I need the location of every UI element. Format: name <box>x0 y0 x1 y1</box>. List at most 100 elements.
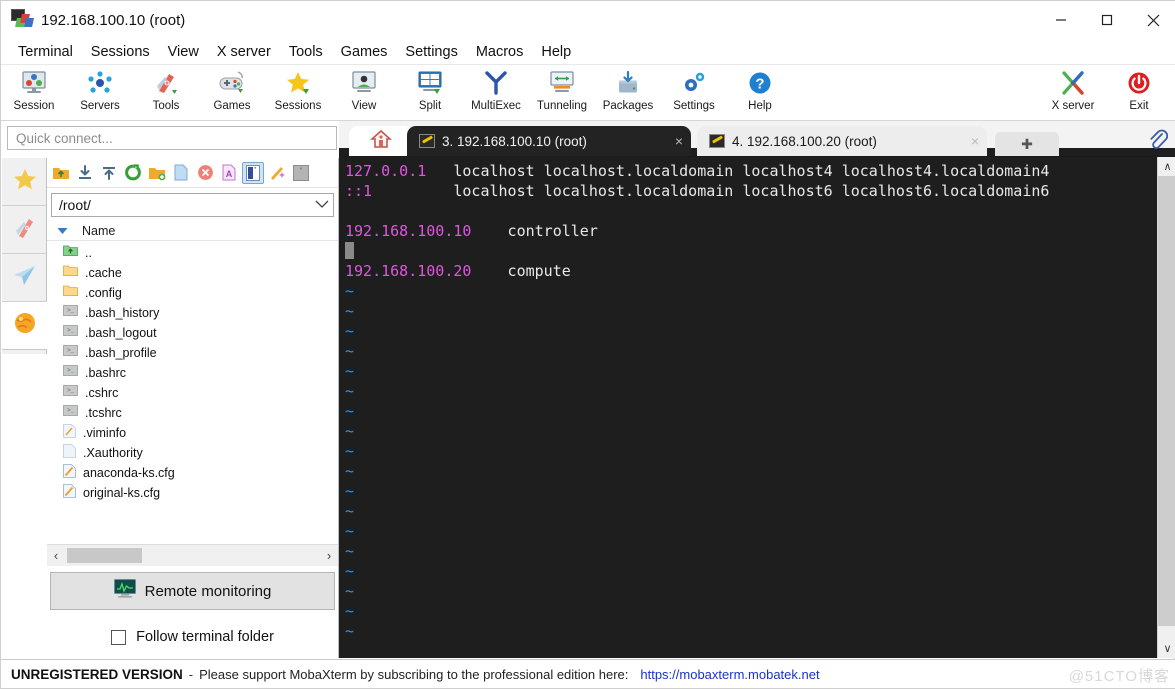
scroll-left-arrow-icon[interactable]: ‹ <box>47 548 65 563</box>
list-item[interactable]: .. <box>47 243 338 263</box>
scroll-down-arrow-icon[interactable]: ∨ <box>1158 639 1175 658</box>
list-item[interactable]: .cache <box>47 263 338 283</box>
file-browser-path-field[interactable]: /root/ <box>51 193 334 217</box>
list-item[interactable]: >_ .cshrc <box>47 383 338 403</box>
download-icon[interactable] <box>74 162 96 184</box>
menu-view[interactable]: View <box>159 42 208 62</box>
list-item-name: .bash_logout <box>85 326 157 340</box>
toolbar-packages-button[interactable]: Packages <box>595 69 661 119</box>
toolbar-help-button[interactable]: ? Help <box>727 69 793 119</box>
list-item[interactable]: original-ks.cfg <box>47 483 338 503</box>
left-sidebar-rail <box>2 158 47 354</box>
terminal-small-icon[interactable]: " <box>290 162 312 184</box>
toolbar-servers-button[interactable]: Servers <box>67 69 133 119</box>
new-folder-icon[interactable] <box>146 162 168 184</box>
close-button[interactable] <box>1130 1 1175 39</box>
terminal-scrollbar[interactable]: ∧ ∨ <box>1157 157 1175 658</box>
toolbar-split-label: Split <box>418 100 442 112</box>
menu-settings[interactable]: Settings <box>396 42 466 62</box>
vertical-split-icon[interactable] <box>242 161 264 184</box>
terminal-ip: 192.168.100.20 <box>345 262 472 280</box>
tab-home-button[interactable] <box>349 126 413 156</box>
list-item[interactable]: >_ .bashrc <box>47 363 338 383</box>
scroll-right-arrow-icon[interactable]: › <box>320 548 338 563</box>
rail-send-button[interactable] <box>2 254 47 302</box>
paperclip-icon[interactable] <box>1148 129 1169 157</box>
terminal-output[interactable]: 127.0.0.1 localhost localhost.localdomai… <box>339 157 1157 658</box>
list-item[interactable]: >_ .bash_logout <box>47 323 338 343</box>
remote-monitoring-button[interactable]: Remote monitoring <box>50 572 335 610</box>
menu-macros[interactable]: Macros <box>467 42 533 62</box>
menu-terminal[interactable]: Terminal <box>9 42 82 62</box>
window-controls <box>1038 1 1175 39</box>
toolbar-tools-button[interactable]: Tools <box>133 69 199 119</box>
menu-x-server[interactable]: X server <box>208 42 280 62</box>
refresh-icon[interactable] <box>122 162 144 184</box>
toolbar-sessions-button[interactable]: Sessions <box>265 69 331 119</box>
scroll-up-arrow-icon[interactable]: ∧ <box>1158 157 1175 176</box>
follow-terminal-folder-checkbox[interactable] <box>111 629 127 645</box>
sessions-star-icon <box>283 69 313 97</box>
toolbar-x-server-button[interactable]: X server <box>1040 69 1106 119</box>
tab-session-2-close-icon[interactable]: × <box>971 133 979 149</box>
list-item[interactable]: .config <box>47 283 338 303</box>
toolbar-settings-label: Settings <box>673 100 715 112</box>
toolbar-tunneling-button[interactable]: Tunneling <box>529 69 595 119</box>
upload-icon[interactable] <box>98 162 120 184</box>
list-item-name: .bashrc <box>85 366 126 380</box>
scrollbar-thumb[interactable] <box>67 548 142 563</box>
menu-sessions[interactable]: Sessions <box>82 42 159 62</box>
svg-text:>_: >_ <box>67 387 75 394</box>
toolbar-multiexec-button[interactable]: MultiExec <box>463 69 529 119</box>
chevron-down-icon[interactable] <box>315 196 329 214</box>
rail-favorites-button[interactable] <box>2 158 47 206</box>
list-item[interactable]: >_ .bash_profile <box>47 343 338 363</box>
new-file-icon[interactable] <box>170 162 192 184</box>
rail-tools-button[interactable] <box>2 206 47 254</box>
terminal-gap <box>426 162 453 180</box>
maximize-button[interactable] <box>1084 1 1130 39</box>
view-icon <box>349 69 379 97</box>
svg-text:>_: >_ <box>67 347 75 354</box>
toolbar-split-button[interactable]: Split <box>397 69 463 119</box>
rail-globe-button[interactable] <box>2 302 47 350</box>
follow-terminal-folder-row[interactable]: Follow terminal folder <box>50 622 335 652</box>
list-item[interactable]: .Xauthority <box>47 443 338 463</box>
tab-session-1-close-icon[interactable]: × <box>675 133 683 149</box>
toolbar-session-button[interactable]: Session <box>1 69 67 119</box>
list-item[interactable]: .viminfo <box>47 423 338 443</box>
list-item[interactable]: >_ .tcshrc <box>47 403 338 423</box>
tab-session-2[interactable]: 4. 192.168.100.20 (root) × <box>697 126 987 156</box>
list-item[interactable]: >_ .bash_history <box>47 303 338 323</box>
terminal-line-cursor <box>345 241 1157 261</box>
quick-connect-input[interactable]: Quick connect... <box>7 126 337 150</box>
toolbar-games-button[interactable]: Games <box>199 69 265 119</box>
mobaxterm-link[interactable]: https://mobaxterm.mobatek.net <box>640 667 819 682</box>
split-icon <box>415 69 445 97</box>
toolbar-right-group: X server Exit <box>1040 69 1172 119</box>
new-tab-button[interactable]: ✚ <box>995 132 1059 156</box>
toolbar-exit-button[interactable]: Exit <box>1106 69 1172 119</box>
terminal-scrollbar-thumb[interactable] <box>1158 176 1175 626</box>
minimize-button[interactable] <box>1038 1 1084 39</box>
up-folder-icon[interactable] <box>50 162 72 184</box>
script-file-icon: >_ <box>63 324 78 342</box>
menu-games[interactable]: Games <box>332 42 397 62</box>
menu-help[interactable]: Help <box>532 42 580 62</box>
file-browser-column-header[interactable]: Name <box>47 221 338 241</box>
file-browser-horizontal-scrollbar[interactable]: ‹ › <box>47 544 338 566</box>
terminal-tilde-line: ~ <box>345 522 355 540</box>
terminal-status-position: 5,0-1 <box>959 655 1004 658</box>
file-browser-list: .. .cache .config >_ .bash_history >_ .b… <box>47 241 338 503</box>
menu-tools[interactable]: Tools <box>280 42 332 62</box>
list-item[interactable]: anaconda-ks.cfg <box>47 463 338 483</box>
text-edit-icon[interactable]: A <box>218 162 240 184</box>
tab-session-1[interactable]: 3. 192.168.100.10 (root) × <box>407 126 691 156</box>
toolbar-view-button[interactable]: View <box>331 69 397 119</box>
file-browser-path-value: /root/ <box>59 197 91 213</box>
status-message: Please support MobaXterm by subscribing … <box>199 666 629 682</box>
magic-wand-icon[interactable] <box>266 162 288 184</box>
toolbar-settings-button[interactable]: Settings <box>661 69 727 119</box>
delete-icon[interactable] <box>194 162 216 184</box>
watermark: @51CTO博客 <box>1068 668 1170 685</box>
